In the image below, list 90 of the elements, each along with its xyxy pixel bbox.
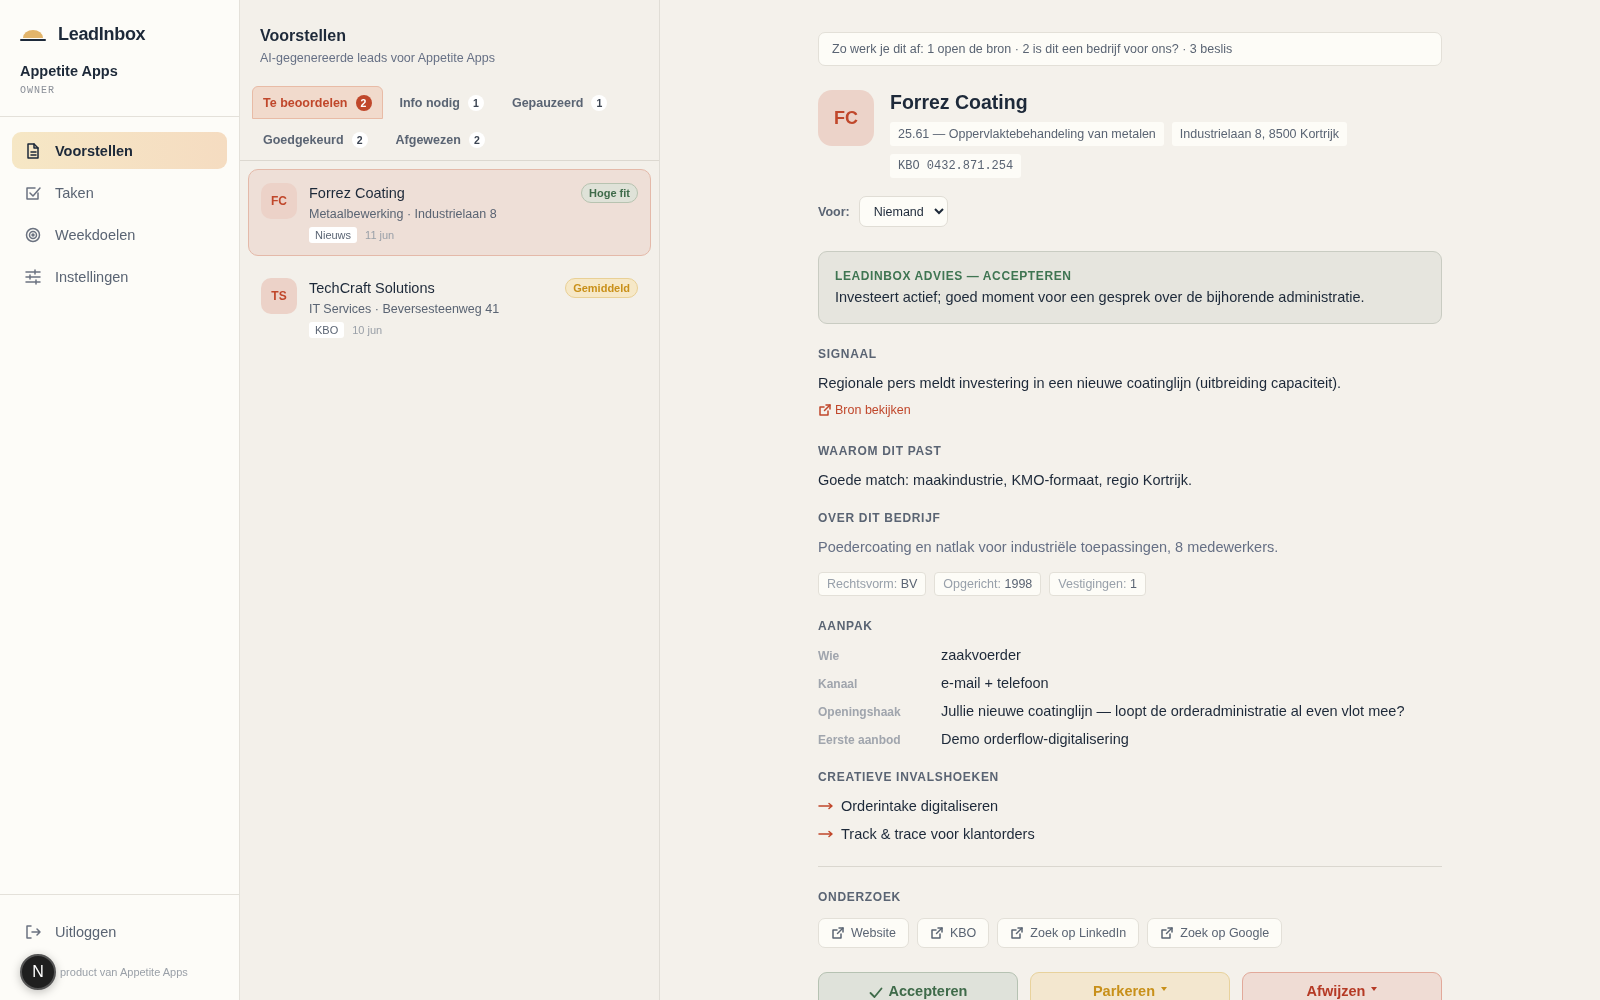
dev-badge[interactable]: N [20, 954, 56, 990]
field-label: Openingshaak [818, 705, 902, 719]
section-heading: CREATIEVE INVALSHOEKEN [818, 770, 1000, 784]
section-heading: AANPAK [818, 619, 874, 633]
fact-chip: Opgericht: 1998 [934, 572, 1042, 596]
source-tag: Nieuws [309, 227, 358, 243]
count-badge: 1 [467, 94, 484, 111]
info-chip: Industrielaan 8, 8500 Kortrijk [1171, 122, 1347, 146]
caret-icon [1161, 987, 1168, 991]
filter-tab[interactable]: Info nodig 1 [388, 86, 495, 119]
fit-badge: Hoge fit [581, 183, 638, 203]
accept-button[interactable]: Accepteren [818, 972, 1018, 1000]
fit-text: Goede match: maakindustrie, KMO-formaat, regio Kortrijk. [818, 472, 1193, 488]
reject-button[interactable]: Afwijzen [1242, 972, 1442, 1000]
field-label: Kanaal [818, 677, 859, 691]
field-label: Eerste aanbod [818, 733, 902, 747]
count-badge: 2 [351, 131, 368, 148]
assign-label: Voor: [818, 204, 850, 219]
count-badge: 1 [591, 94, 608, 111]
field-label: Wie [818, 649, 841, 663]
company-name: TechCraft Solutions [309, 280, 435, 296]
lead-card[interactable]: FC Forrez Coating Hoge fit Metaalbewerking · Industrielaan 8 Nieuws 11 jun [248, 169, 651, 256]
angle-item: Track & trace voor klantorders [841, 826, 1035, 842]
external-link-icon [818, 403, 832, 417]
count-badge: 2 [355, 94, 372, 111]
fit-badge: Gemiddeld [565, 278, 638, 298]
sidebar-item[interactable]: Taken [12, 174, 227, 211]
panel-subtitle: AI-gegenereerde leads voor Appetite Apps [260, 51, 496, 65]
date-label: 11 jun [365, 229, 395, 241]
brand-name: LeadInbox [58, 24, 146, 45]
angle-item: Orderintake digitaliseren [841, 798, 999, 814]
info-chip: KBO 0432.871.254 [890, 154, 1022, 178]
external-link-icon [929, 926, 944, 940]
source-link[interactable]: Bron bekijken [818, 403, 911, 417]
sidebar-item[interactable]: Instellingen [12, 258, 227, 295]
company-name: Forrez Coating [309, 185, 405, 201]
section-heading: SIGNAAL [818, 347, 878, 361]
role-label: OWNER [20, 85, 56, 96]
fact-chip: Vestigingen: 1 [1049, 572, 1146, 596]
section-heading: WAAROM DIT PAST [818, 444, 943, 458]
document-icon [24, 141, 42, 160]
panel-title: Voorstellen [260, 27, 347, 45]
target-icon [24, 225, 42, 244]
logout-link[interactable]: Uitloggen [12, 913, 227, 950]
filter-tab[interactable]: Afgewezen 2 [384, 123, 496, 156]
signal-text: Regionale pers meldt investering in een nieuwe coatinglijn (uitbreiding capaciteit). [818, 375, 1343, 391]
caret-icon [1371, 987, 1378, 991]
research-link[interactable]: Website [818, 918, 909, 948]
research-link[interactable]: Zoek op Google [1147, 918, 1283, 948]
lead-card[interactable]: TS TechCraft Solutions Gemiddeld IT Services · Beversesteenweg 41 KBO 10 jun [248, 264, 651, 351]
company-meta: Metaalbewerking · Industrielaan 8 [309, 207, 498, 221]
field-value: Jullie nieuwe coatinglijn — loopt de orderadministratie al even vlot mee? [941, 703, 1406, 719]
fact-chip: Rechtsvorm: BV [818, 572, 927, 596]
logout-icon [24, 922, 42, 941]
company-avatar: FC [261, 183, 297, 219]
company-avatar: TS [261, 278, 297, 314]
filter-tab[interactable]: Te beoordelen 2 [252, 86, 383, 119]
sidebar-item[interactable]: Weekdoelen [12, 216, 227, 253]
field-value: e-mail + telefoon [941, 675, 1050, 691]
filter-tab[interactable]: Goedgekeurd 2 [252, 123, 379, 156]
sidebar-item[interactable]: Voorstellen [12, 132, 227, 169]
external-link-icon [831, 926, 845, 940]
logo-icon [20, 27, 46, 42]
company-meta: IT Services · Beversesteenweg 41 [309, 302, 501, 316]
research-link[interactable]: KBO [916, 918, 990, 948]
info-chip: 25.61 — Oppervlaktebehandeling van metalen [890, 122, 1164, 146]
arrow-icon [818, 830, 834, 838]
instruction-bar: Zo werk je dit af: 1 open de bron · 2 is dit een bedrijf voor ons? · 3 beslis [818, 32, 1442, 66]
footer-text: product van Appetite Apps [60, 966, 188, 978]
count-badge: 2 [468, 131, 485, 148]
sliders-icon [24, 267, 42, 286]
field-value: zaakvoerder [941, 647, 1022, 663]
external-link-icon [1010, 926, 1025, 940]
research-link[interactable]: Zoek op LinkedIn [997, 918, 1140, 948]
section-heading: ONDERZOEK [818, 890, 902, 904]
check-icon [868, 987, 883, 999]
field-value: Demo orderflow-digitalisering [941, 731, 1130, 747]
company-title: Forrez Coating [890, 91, 1029, 114]
company-description: Poedercoating en natlak voor industriële toepassingen, 8 medewerkers. [818, 539, 1280, 555]
advice-title: LEADINBOX ADVIES — ACCEPTEREN [835, 269, 1073, 283]
organization-name: Appetite Apps [20, 63, 119, 79]
external-link-icon [1160, 926, 1175, 940]
date-label: 10 jun [352, 324, 383, 336]
filter-tab[interactable]: Gepauzeerd 1 [500, 86, 619, 119]
assignee-dropdown[interactable]: Niemand [858, 196, 948, 227]
source-tag: KBO [309, 322, 345, 338]
company-avatar: FC [818, 90, 874, 146]
advice-text: Investeert actief; goed moment voor een gesprek over de bijhorende administratie. [835, 289, 1366, 305]
section-heading: OVER DIT BEDRIJF [818, 511, 942, 525]
arrow-icon [818, 802, 834, 810]
